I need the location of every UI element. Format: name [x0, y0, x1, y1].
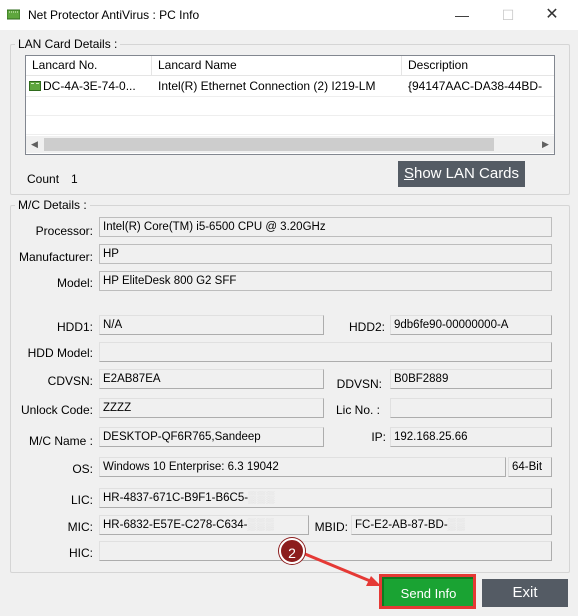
scrollbar-thumb[interactable] — [44, 138, 494, 151]
hic-label: HIC: — [69, 546, 93, 560]
lic-value: HR-4837-671C-B9F1-B6C5- — [103, 492, 249, 504]
hdd1-label: HDD1: — [56, 320, 93, 334]
show-lan-cards-mnemonic: S — [403, 165, 414, 182]
mbid-value: FC-E2-AB-87-BD- — [355, 519, 448, 531]
ddvsn-label: DDVSN: — [336, 377, 382, 391]
horizontal-scrollbar[interactable]: ◀ ▶ — [26, 136, 554, 153]
hdd1-field[interactable]: N/A — [99, 315, 324, 335]
manufacturer-field[interactable]: HP — [99, 244, 552, 264]
processor-label: Processor: — [35, 224, 93, 238]
count-value: 1 — [71, 172, 78, 186]
os-field[interactable]: Windows 10 Enterprise: 6.3 19042 — [99, 457, 506, 477]
lan-card-list[interactable]: Lancard No. Lancard Name Description DC-… — [25, 55, 555, 155]
show-lan-cards-button[interactable]: Show LAN Cards — [398, 161, 525, 187]
hic-field[interactable] — [99, 541, 552, 561]
ip-field[interactable]: 192.168.25.66 — [390, 427, 552, 447]
mbid-label: MBID: — [314, 520, 348, 534]
ddvsn-field[interactable]: B0BF2889 — [390, 369, 552, 389]
lic-label: LIC: — [70, 493, 93, 507]
ip-label: IP: — [371, 430, 386, 444]
step-number-badge: 2 — [279, 538, 305, 564]
mic-value: HR-6832-E57E-C278-C634- — [103, 519, 248, 531]
os-label: OS: — [72, 462, 93, 476]
grid-line — [26, 134, 554, 135]
column-header-lancard-name[interactable]: Lancard Name — [152, 56, 402, 75]
lan-card-details-legend: LAN Card Details : — [18, 37, 118, 51]
unlock-code-label: Unlock Code: — [20, 403, 93, 417]
hdd2-label: HDD2: — [348, 320, 385, 334]
processor-field[interactable]: Intel(R) Core(TM) i5-6500 CPU @ 3.20GHz — [99, 217, 552, 237]
scroll-left-icon[interactable]: ◀ — [26, 136, 43, 153]
table-row[interactable]: DC-4A-3E-74-0... Intel(R) Ethernet Conne… — [26, 76, 554, 96]
mc-name-field[interactable]: DESKTOP-QF6R765,Sandeep — [99, 427, 324, 447]
minimize-button[interactable]: — — [440, 2, 484, 28]
lancard-no-cell: DC-4A-3E-74-0... — [43, 79, 136, 93]
column-header-lancard-no[interactable]: Lancard No. — [26, 56, 152, 75]
redacted-blur: ▒▒ — [447, 519, 466, 531]
os-architecture-field[interactable]: 64-Bit — [508, 457, 552, 477]
column-header-description[interactable]: Description — [402, 56, 554, 75]
mc-name-label: M/C Name : — [28, 434, 93, 448]
show-lan-cards-label: how LAN Cards — [413, 165, 520, 182]
cdvsn-label: CDVSN: — [47, 374, 93, 388]
grid-line — [26, 96, 554, 97]
hdd-model-field[interactable] — [99, 342, 552, 362]
app-icon — [7, 9, 20, 20]
redacted-blur: ▒▒▒ — [248, 492, 276, 504]
maximize-button[interactable]: ☐ — [486, 2, 530, 28]
unlock-code-field[interactable]: ZZZZ — [99, 398, 324, 418]
count-label: Count — [27, 172, 60, 186]
close-button[interactable]: ✕ — [530, 2, 574, 28]
title-bar: Net Protector AntiVirus : PC Info — ☐ ✕ — [0, 0, 578, 30]
redacted-blur: ▒▒▒ — [247, 519, 275, 531]
lic-no-label: Lic No. : — [335, 403, 380, 417]
lic-field[interactable]: HR-4837-671C-B9F1-B6C5-▒▒▒ — [99, 488, 552, 508]
mc-details-legend: M/C Details : — [18, 198, 87, 212]
manufacturer-label: Manufacturer: — [18, 250, 93, 264]
cdvsn-field[interactable]: E2AB87EA — [99, 369, 324, 389]
model-label: Model: — [56, 276, 93, 290]
exit-button[interactable]: Exit — [482, 579, 568, 607]
mic-label: MIC: — [67, 520, 93, 534]
mic-field[interactable]: HR-6832-E57E-C278-C634-▒▒▒ — [99, 515, 309, 535]
model-field[interactable]: HP EliteDesk 800 G2 SFF — [99, 271, 552, 291]
grid-line — [26, 115, 554, 116]
scroll-right-icon[interactable]: ▶ — [537, 136, 554, 153]
hdd-model-label: HDD Model: — [27, 346, 93, 360]
network-card-icon — [29, 81, 41, 91]
send-info-button[interactable]: Send Info — [382, 577, 475, 609]
lic-no-field[interactable] — [390, 398, 552, 418]
window-title: Net Protector AntiVirus : PC Info — [28, 8, 200, 22]
lancard-name-cell: Intel(R) Ethernet Connection (2) I219-LM — [158, 79, 376, 93]
lan-list-header: Lancard No. Lancard Name Description — [26, 56, 554, 76]
description-cell: {94147AAC-DA38-44BD- — [408, 79, 543, 93]
hdd2-field[interactable]: 9db6fe90-00000000-A — [390, 315, 552, 335]
mbid-field[interactable]: FC-E2-AB-87-BD-▒▒ — [351, 515, 552, 535]
